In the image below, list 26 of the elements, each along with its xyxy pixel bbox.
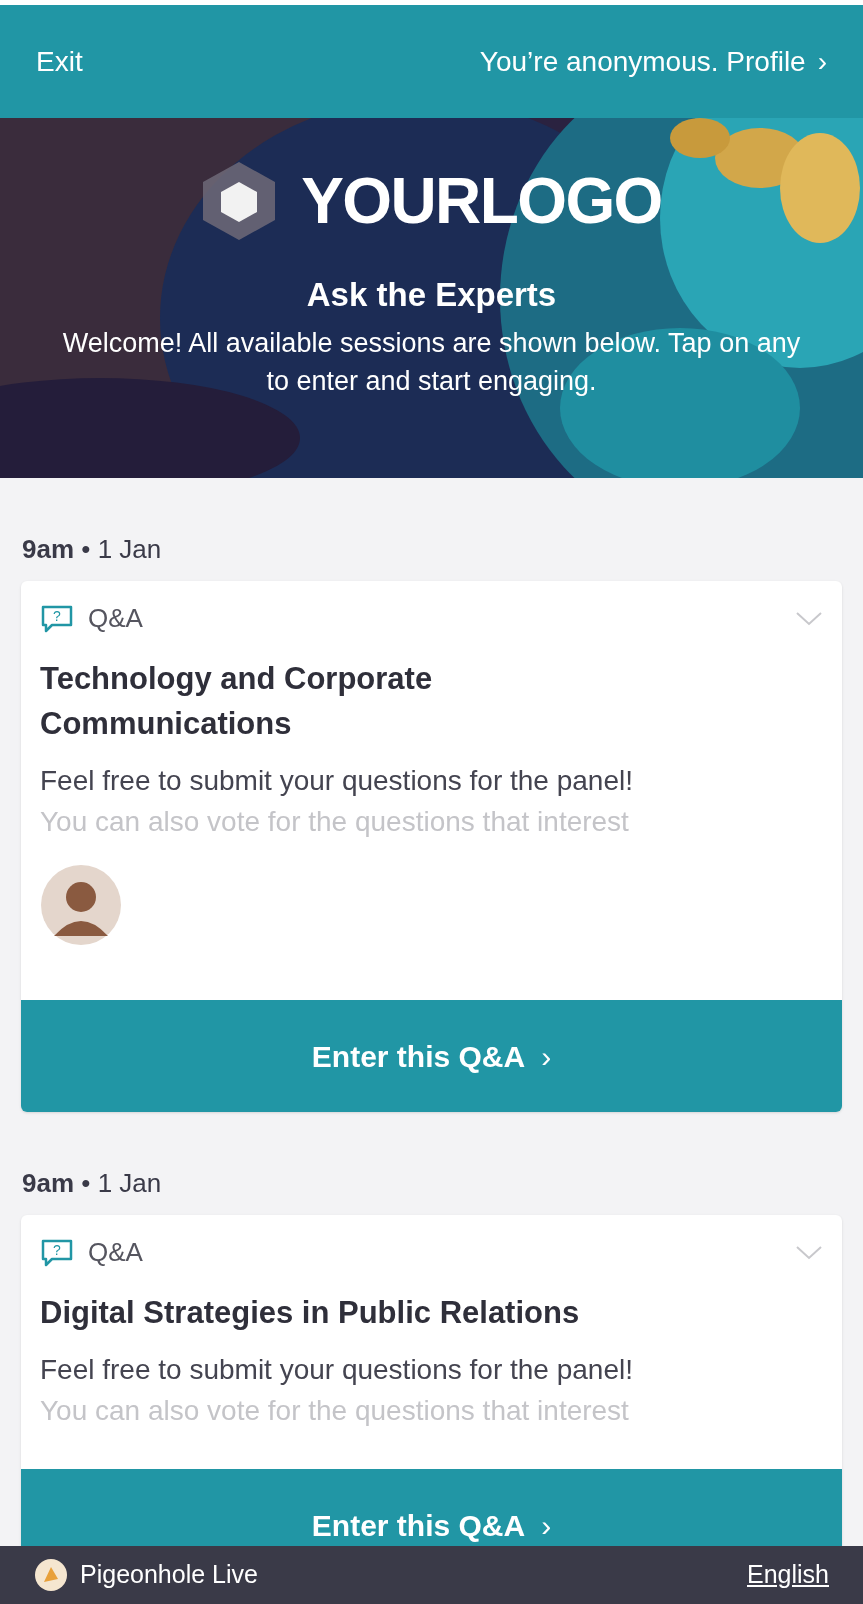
- brand-name: Pigeonhole Live: [80, 1559, 258, 1591]
- session-time: 9am • 1 Jan: [21, 1167, 163, 1200]
- enter-qa-button[interactable]: Enter this Q&A ›: [21, 1000, 842, 1112]
- session-type: Q&A: [88, 602, 143, 635]
- hexagon-logo-icon: [201, 160, 278, 242]
- session-description: Feel free to submit your questions for the panel!: [40, 1353, 634, 1387]
- question-bubble-icon: ?: [40, 603, 74, 634]
- question-bubble-icon: ?: [40, 1237, 74, 1268]
- chevron-down-icon[interactable]: [795, 610, 823, 627]
- welcome-text: Welcome! All available sessions are shown below. Tap on any to enter and start engaging.: [61, 326, 802, 398]
- session-card[interactable]: ? Q&A Technology and Corporate Communications Feel free to submit your questions for the panel! You can also vote for the questions that interest Enter this Q&A ›: [21, 581, 842, 1112]
- profile-link[interactable]: You’re anonymous. Profile ›: [479, 40, 827, 83]
- banner-title: Ask the Experts: [306, 275, 557, 315]
- session-card[interactable]: ? Q&A Digital Strategies in Public Relations Feel free to submit your questions for the panel! You can also vote for the questions that interest Enter this Q&A ›: [21, 1215, 842, 1546]
- exit-link[interactable]: Exit: [36, 40, 83, 83]
- session-description: Feel free to submit your questions for the panel!: [40, 764, 634, 798]
- logo-text: YOURLOGO: [301, 169, 662, 233]
- chevron-down-icon[interactable]: [795, 1244, 823, 1261]
- session-type: Q&A: [88, 1236, 143, 1269]
- enter-qa-button[interactable]: Enter this Q&A ›: [21, 1469, 842, 1546]
- session-description: You can also vote for the questions that interest: [40, 1394, 630, 1428]
- session-time: 9am • 1 Jan: [21, 533, 163, 566]
- session-title: Digital Strategies in Public Relations: [40, 1294, 581, 1332]
- session-description: You can also vote for the questions that interest: [40, 805, 630, 839]
- session-title: Technology and Corporate Communications: [40, 660, 434, 743]
- language-link[interactable]: English: [747, 1556, 829, 1594]
